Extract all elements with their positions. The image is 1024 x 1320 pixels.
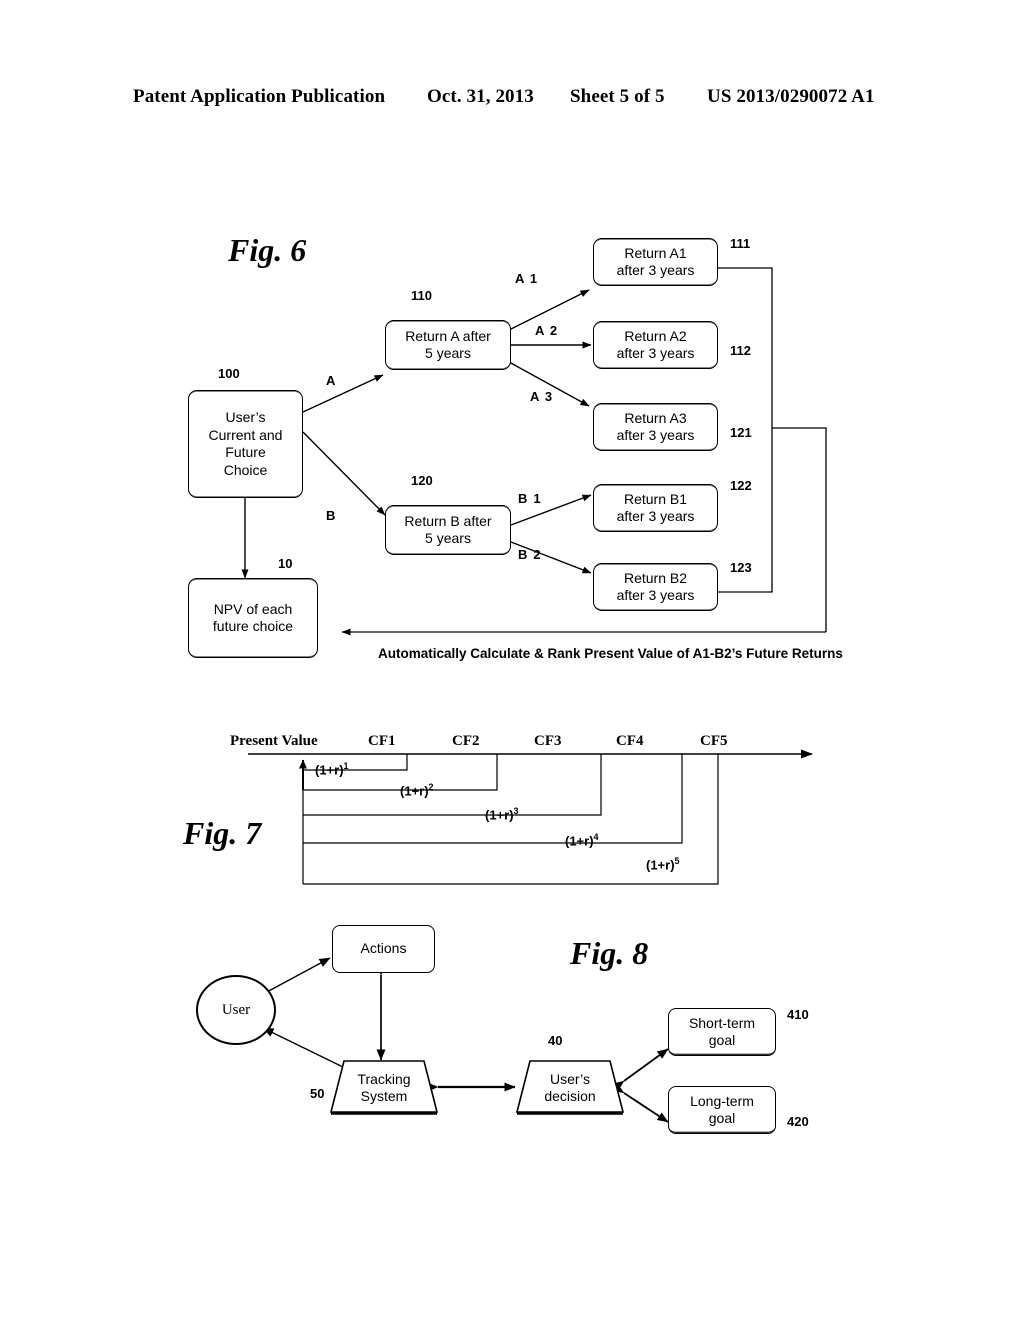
node-long-line2: goal [708, 1110, 736, 1126]
node-decision-line1: User’s [550, 1070, 590, 1087]
node-short-line2: goal [708, 1032, 736, 1048]
ref-40: 40 [548, 1033, 563, 1048]
node-decision-line2: decision [544, 1087, 596, 1104]
node-user-label: User [221, 1001, 251, 1018]
node-tracking-system[interactable]: Tracking System [330, 1060, 438, 1115]
node-actions[interactable]: Actions [332, 925, 435, 973]
ref-420: 420 [787, 1114, 809, 1129]
node-users-decision[interactable]: User’s decision [516, 1060, 624, 1115]
ref-410: 410 [787, 1007, 809, 1022]
node-short-term-goal[interactable]: Short-term goal [668, 1008, 776, 1056]
node-user[interactable]: User [196, 975, 276, 1045]
figure-8: Fig. 8 User Actions 50 Tracking System 4… [0, 0, 1024, 1320]
node-actions-label: Actions [360, 940, 407, 957]
node-tracking-line2: System [360, 1087, 408, 1104]
node-long-line1: Long-term [690, 1092, 754, 1109]
figure-8-connectors [262, 957, 669, 1123]
node-long-term-goal[interactable]: Long-term goal [668, 1086, 776, 1134]
node-short-line1: Short-term [688, 1014, 756, 1031]
node-tracking-line1: Tracking [357, 1070, 411, 1087]
ref-50: 50 [310, 1086, 325, 1101]
figure-8-label: Fig. 8 [570, 935, 649, 971]
